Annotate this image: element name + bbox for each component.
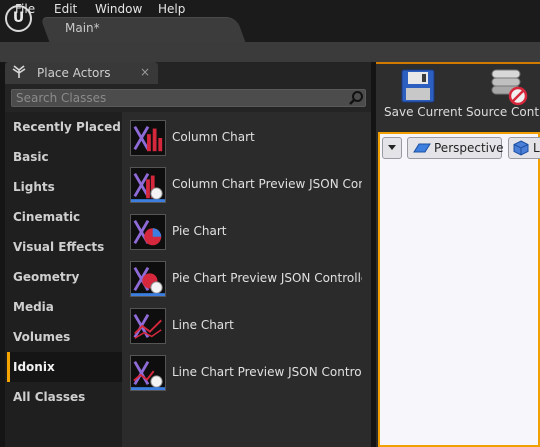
category-visual-effects[interactable]: Visual Effects — [7, 232, 122, 262]
place-actors-icon — [12, 65, 26, 78]
category-cinematic[interactable]: Cinematic — [7, 202, 122, 232]
save-current-button[interactable]: Save Current — [384, 105, 462, 119]
viewport-options-button[interactable] — [382, 137, 402, 159]
pie-chart-icon[interactable] — [130, 214, 166, 250]
menu-file[interactable]: File — [15, 2, 35, 16]
menu-window[interactable]: Window — [95, 2, 142, 16]
item-pie-chart[interactable]: Pie Chart — [172, 224, 362, 238]
category-all-classes[interactable]: All Classes — [7, 382, 122, 412]
category-geometry[interactable]: Geometry — [7, 262, 122, 292]
item-line-chart-preview[interactable]: Line Chart Preview JSON Control — [172, 365, 362, 379]
line-chart-preview-icon[interactable] — [130, 355, 166, 391]
menu-help[interactable]: Help — [158, 2, 185, 16]
menu-bar — [0, 42, 540, 62]
category-media[interactable]: Media — [7, 292, 122, 322]
pie-chart-preview-icon[interactable] — [130, 261, 166, 297]
perspective-label: Perspective — [434, 141, 504, 155]
chevron-down-icon — [388, 145, 396, 150]
item-column-chart-preview[interactable]: Column Chart Preview JSON Con — [172, 177, 362, 191]
viewport[interactable] — [378, 132, 540, 447]
place-actors-tab-label: Place Actors — [37, 66, 111, 80]
main-tab-label: Main* — [65, 21, 100, 35]
category-basic[interactable]: Basic — [7, 142, 122, 172]
source-control-icon[interactable] — [486, 66, 530, 106]
category-idonix[interactable]: Idonix — [7, 352, 122, 382]
save-icon[interactable] — [400, 68, 436, 104]
column-chart-icon[interactable] — [130, 120, 166, 156]
cube-icon — [513, 140, 529, 156]
source-control-button[interactable]: Source Control — [466, 105, 540, 119]
perspective-icon — [413, 143, 431, 153]
search-placeholder: Search Classes — [16, 91, 107, 105]
item-column-chart[interactable]: Column Chart — [172, 130, 362, 144]
column-chart-preview-icon[interactable] — [130, 167, 166, 203]
category-volumes[interactable]: Volumes — [7, 322, 122, 352]
menu-edit[interactable]: Edit — [54, 2, 77, 16]
item-pie-chart-preview[interactable]: Pie Chart Preview JSON Controlle — [172, 271, 362, 285]
lit-label: L — [533, 141, 540, 155]
item-line-chart[interactable]: Line Chart — [172, 318, 362, 332]
search-icon[interactable] — [348, 90, 364, 106]
active-panel-highlight — [376, 62, 540, 64]
category-recently-placed[interactable]: Recently Placed — [7, 112, 122, 142]
category-lights[interactable]: Lights — [7, 172, 122, 202]
close-tab-icon[interactable]: × — [140, 65, 150, 79]
line-chart-icon[interactable] — [130, 308, 166, 344]
